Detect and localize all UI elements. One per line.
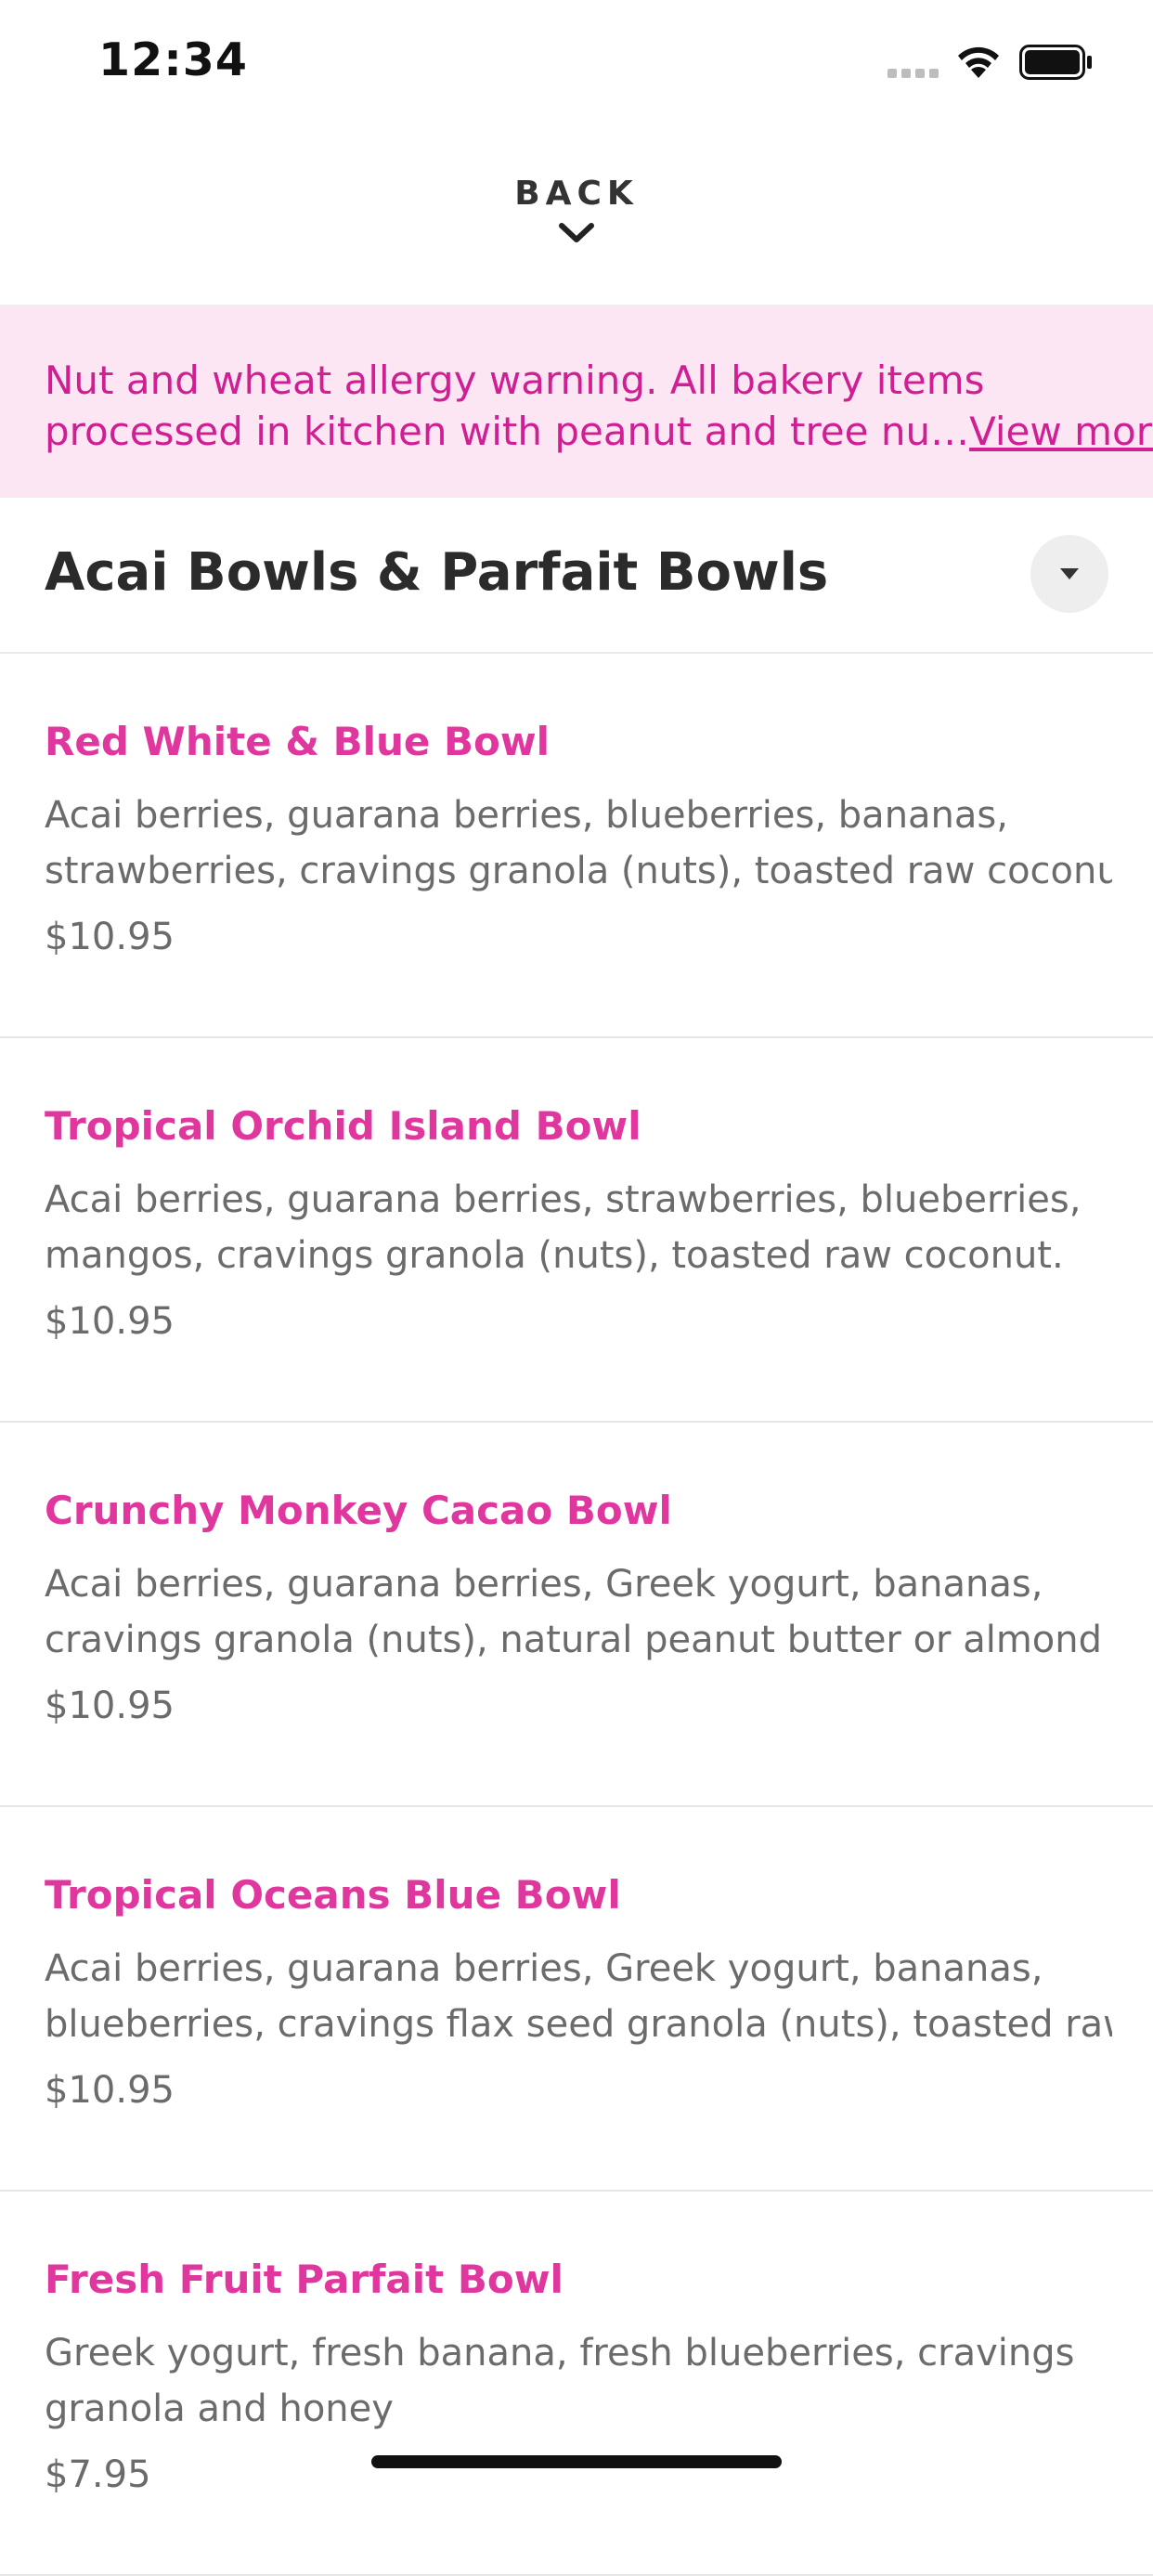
caret-down-icon (1060, 568, 1079, 579)
signal-icon (887, 67, 941, 78)
menu-item-description: Acai berries, guarana berries, strawberr… (45, 1172, 1112, 1283)
menu-item-name: Fresh Fruit Parfait Bowl (45, 2257, 564, 2302)
menu-item-description: Greek yogurt, fresh banana, fresh bluebe… (45, 2325, 1112, 2437)
status-bar: 12:34 (0, 0, 1153, 124)
menu-item[interactable]: Red White & Blue Bowl Acai berries, guar… (0, 654, 1153, 1038)
menu-item-price: $10.95 (45, 1685, 175, 1727)
menu-item-list: Red White & Blue Bowl Acai berries, guar… (0, 654, 1153, 2576)
menu-item-description: Acai berries, guarana berries, Greek yog… (45, 1556, 1112, 1668)
menu-item[interactable]: Fresh Fruit Parfait Bowl Greek yogurt, f… (0, 2192, 1153, 2576)
back-button[interactable]: BACK (0, 124, 1153, 306)
allergy-warning-banner: Nut and wheat allergy warning. All baker… (0, 306, 1153, 498)
wifi-icon (958, 46, 999, 78)
allergy-text-line1: Nut and wheat allergy warning. All baker… (45, 358, 985, 403)
allergy-text-line2-content: processed in kitchen with peanut and tre… (45, 409, 970, 454)
menu-item-description-line: mangos, cravings granola (nuts), toasted… (45, 1234, 1064, 1277)
menu-item-name: Red White & Blue Bowl (45, 719, 551, 764)
menu-item-price: $10.95 (45, 2069, 175, 2112)
menu-item-price: $10.95 (45, 916, 175, 958)
menu-item-name: Tropical Orchid Island Bowl (45, 1103, 641, 1149)
menu-item-description: Acai berries, guarana berries, Greek yog… (45, 1941, 1112, 2052)
menu-item[interactable]: Tropical Oceans Blue Bowl Acai berries, … (0, 1807, 1153, 2192)
menu-item-description-line: Acai berries, guarana berries, blueberri… (45, 794, 1008, 837)
menu-item-description-line: Acai berries, guarana berries, strawberr… (45, 1178, 1082, 1221)
allergy-text-line2: processed in kitchen with peanut and tre… (45, 406, 1153, 457)
view-more-link[interactable]: View more (969, 409, 1153, 454)
menu-item[interactable]: Tropical Orchid Island Bowl Acai berries… (0, 1038, 1153, 1423)
back-label: BACK (514, 175, 639, 213)
menu-item-description-line: strawberries, cravings granola (nuts), t… (45, 850, 1112, 892)
section-header: Acai Bowls & Parfait Bowls (0, 498, 1153, 654)
status-time: 12:34 (98, 33, 248, 86)
chevron-down-icon (559, 223, 594, 242)
menu-item-price: $10.95 (45, 1300, 175, 1343)
home-indicator[interactable] (371, 2455, 782, 2468)
section-toggle-button[interactable] (1030, 535, 1108, 613)
menu-item-description-line: granola and honey (45, 2387, 394, 2430)
battery-icon (1019, 45, 1092, 80)
menu-item-description-line: Acai berries, guarana berries, Greek yog… (45, 1563, 1043, 1606)
menu-item-name: Tropical Oceans Blue Bowl (45, 1872, 621, 1918)
menu-item[interactable]: Crunchy Monkey Cacao Bowl Acai berries, … (0, 1423, 1153, 1807)
menu-item-description-line: Acai berries, guarana berries, Greek yog… (45, 1947, 1043, 1990)
menu-item-description-line: Greek yogurt, fresh banana, fresh bluebe… (45, 2332, 1075, 2374)
menu-item-description-line: cravings granola (nuts), natural peanut … (45, 1619, 1103, 1661)
menu-item-description: Acai berries, guarana berries, blueberri… (45, 787, 1112, 899)
menu-item-name: Crunchy Monkey Cacao Bowl (45, 1488, 672, 1533)
menu-item-description-line: blueberries, cravings flax seed granola … (45, 2003, 1112, 2046)
section-title: Acai Bowls & Parfait Bowls (45, 542, 829, 603)
